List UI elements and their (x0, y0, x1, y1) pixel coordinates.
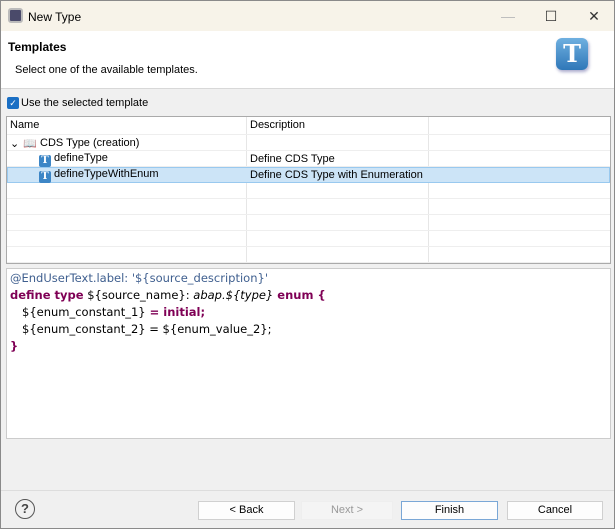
title-bar: New Type — ☐ ✕ (1, 1, 614, 31)
divider (1, 490, 614, 491)
wizard-header: Templates Select one of the available te… (1, 31, 614, 89)
template-preview: @EndUserText.label: '${source_descriptio… (6, 268, 611, 439)
page-title: Templates (8, 40, 67, 54)
app-icon (8, 8, 23, 23)
code-line: ${enum_constant_2} = ${enum_value_2}; (22, 322, 272, 336)
column-header-name[interactable]: Name (10, 119, 39, 131)
table-row[interactable]: TdefineType Define CDS Type (7, 151, 610, 167)
cancel-button[interactable]: Cancel (507, 501, 603, 520)
page-description: Select one of the available templates. (15, 64, 198, 76)
next-button[interactable]: Next > (301, 501, 393, 520)
back-button[interactable]: < Back (198, 501, 295, 520)
book-icon: 📖 (23, 138, 37, 150)
finish-button[interactable]: Finish (401, 501, 498, 520)
group-name: CDS Type (creation) (40, 137, 140, 149)
template-icon: T (39, 171, 51, 183)
help-icon[interactable]: ? (15, 499, 35, 519)
template-icon: T (39, 155, 51, 167)
use-template-checkbox[interactable]: ✓ (7, 97, 19, 109)
code-line: @EndUserText.label: '${source_descriptio… (10, 271, 268, 285)
template-name: defineType (54, 152, 108, 164)
use-template-label[interactable]: Use the selected template (21, 97, 148, 109)
tree-group-row[interactable]: ⌄ 📖 CDS Type (creation) (7, 135, 610, 151)
template-description: Define CDS Type with Enumeration (250, 169, 423, 181)
window-title: New Type (28, 10, 82, 24)
code-line: } (10, 339, 19, 353)
code-line: define type ${source_name}: abap.${type}… (10, 288, 326, 302)
table-header: Name Description (7, 117, 610, 135)
column-header-description[interactable]: Description (250, 119, 305, 131)
template-description: Define CDS Type (250, 153, 335, 165)
template-name: defineTypeWithEnum (54, 168, 159, 180)
templates-table[interactable]: Name Description ⌄ 📖 CDS Type (creation)… (6, 116, 611, 264)
chevron-down-icon[interactable]: ⌄ (10, 137, 19, 150)
code-line: ${enum_constant_1} = initial; (22, 305, 206, 319)
table-row-selected[interactable]: TdefineTypeWithEnum Define CDS Type with… (7, 167, 610, 183)
minimize-button[interactable]: — (488, 5, 528, 27)
close-button[interactable]: ✕ (574, 5, 614, 27)
template-logo-icon: T (556, 38, 588, 70)
maximize-button[interactable]: ☐ (531, 5, 571, 27)
